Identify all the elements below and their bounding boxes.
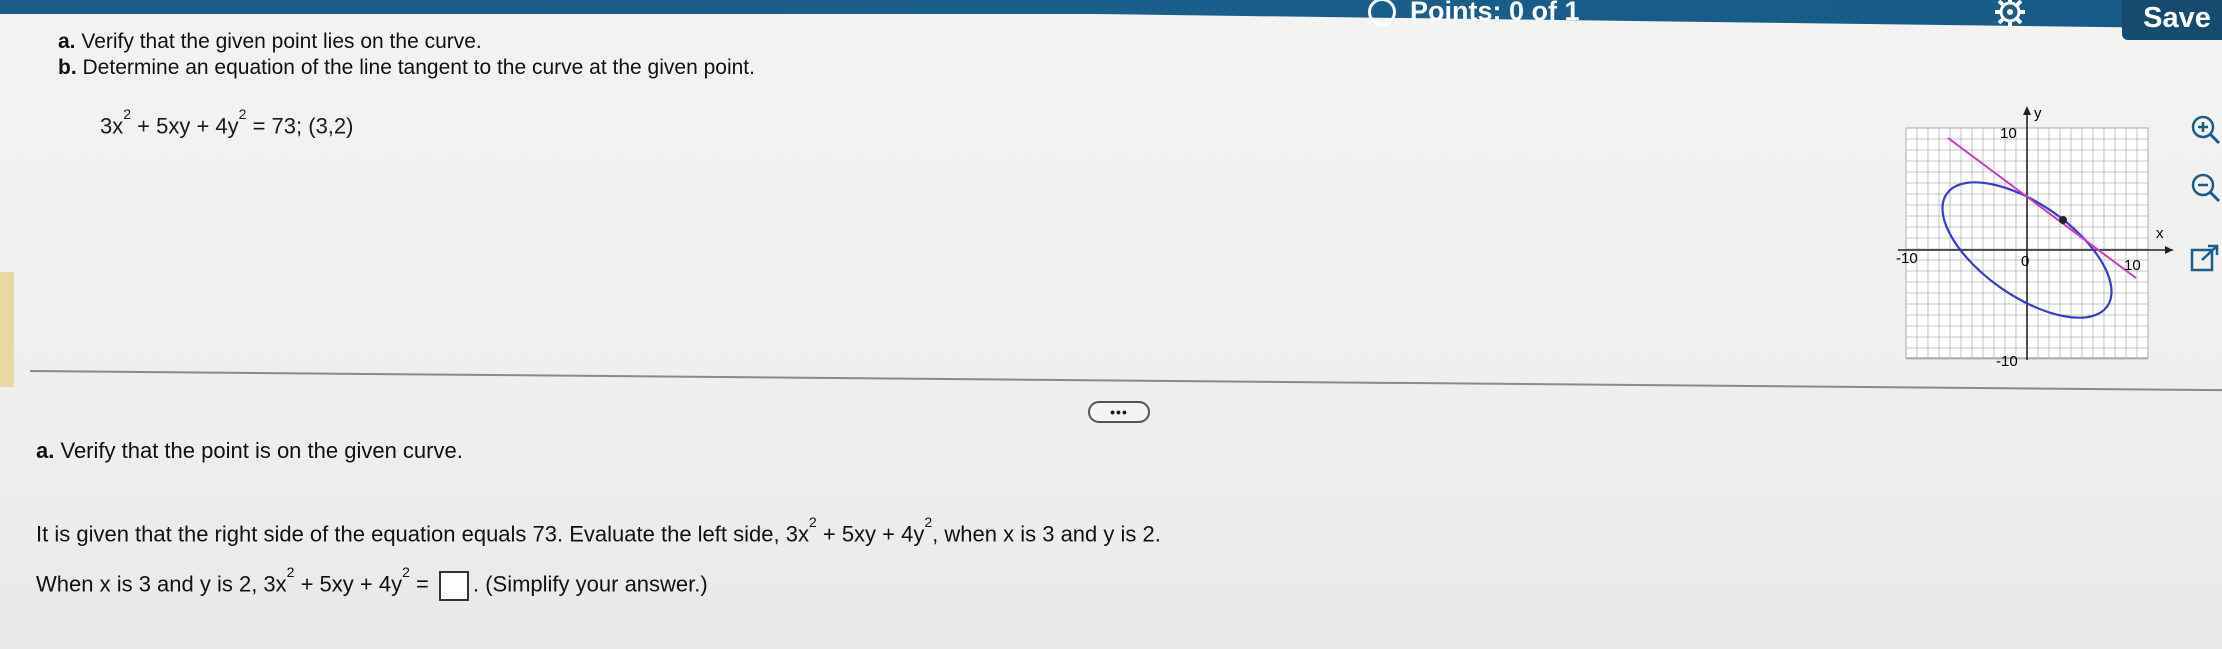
points-label: Points: 0 of 1 <box>1410 0 1580 26</box>
y-tick-10: 10 <box>2000 125 2017 142</box>
part-b-text: Determine an equation of the line tangen… <box>82 56 755 79</box>
line2-part-d: . (Simplify your answer.) <box>472 571 708 597</box>
line1-part-b: + 5xy + 4y <box>816 521 925 547</box>
x-tick-neg-10: -10 <box>1896 250 1918 267</box>
points-circle-icon <box>1368 0 1396 26</box>
part-a-text: Verify that the given point lies on the … <box>81 30 482 53</box>
y-tick-neg-10: -10 <box>1996 353 2018 368</box>
line2-exp-2: 2 <box>402 564 410 580</box>
y-axis-label: y <box>2034 105 2042 122</box>
line2-part-c: = <box>409 571 429 597</box>
line2-exp-1: 2 <box>286 564 295 580</box>
zoom-out-icon[interactable] <box>2188 170 2222 204</box>
eq-exp-2: 2 <box>238 106 247 122</box>
curve-graph[interactable]: y x 10 10 -10 -10 0 <box>1888 98 2178 368</box>
save-button[interactable]: Save <box>2122 0 2222 40</box>
expand-ellipsis-button[interactable]: ••• <box>1088 401 1150 423</box>
line1-part-c: , when x is 3 and y is 2. <box>932 521 1161 547</box>
question-part-a: a. Verify that the given point lies on t… <box>58 30 482 54</box>
solution-heading-text: Verify that the point is on the given cu… <box>60 438 463 463</box>
part-b-label: b. <box>58 56 77 79</box>
part-a-label: a. <box>58 30 76 53</box>
curve-equation: 3x2 + 5xy + 4y2 = 73; (3,2) <box>100 106 354 139</box>
eq-term-3: = 73; (3,2) <box>246 113 354 139</box>
question-part-b: b. Determine an equation of the line tan… <box>58 56 755 80</box>
gear-icon[interactable] <box>1992 0 2028 30</box>
solution-heading: a. Verify that the point is on the given… <box>36 438 463 464</box>
x-axis-arrow-icon <box>2165 246 2173 254</box>
line1-exp-2: 2 <box>924 514 933 530</box>
line1-part-a: It is given that the right side of the e… <box>36 521 809 547</box>
line2-part-b: + 5xy + 4y <box>294 571 403 597</box>
eq-term-2: + 5xy + 4y <box>131 113 239 139</box>
origin-label: 0 <box>2021 253 2029 270</box>
solution-line-1: It is given that the right side of the e… <box>36 514 1161 547</box>
side-tab[interactable] <box>0 272 14 387</box>
solution-line-2: When x is 3 and y is 2, 3x2 + 5xy + 4y2 … <box>36 564 708 601</box>
popout-icon[interactable] <box>2188 242 2222 276</box>
eq-exp-1: 2 <box>123 106 132 122</box>
line2-part-a: When x is 3 and y is 2, 3x <box>36 571 287 597</box>
zoom-in-icon[interactable] <box>2188 112 2222 146</box>
section-divider <box>29 370 2222 392</box>
point-marker <box>2059 216 2067 224</box>
y-axis-arrow-icon <box>2023 106 2031 115</box>
solution-heading-label: a. <box>36 438 55 463</box>
points-display: Points: 0 of 1 <box>1368 0 1580 27</box>
answer-input[interactable] <box>438 570 469 601</box>
x-tick-10: 10 <box>2124 257 2141 274</box>
x-axis-label: x <box>2156 225 2164 242</box>
eq-term-1: 3x <box>100 113 124 139</box>
line1-exp-1: 2 <box>808 514 817 530</box>
